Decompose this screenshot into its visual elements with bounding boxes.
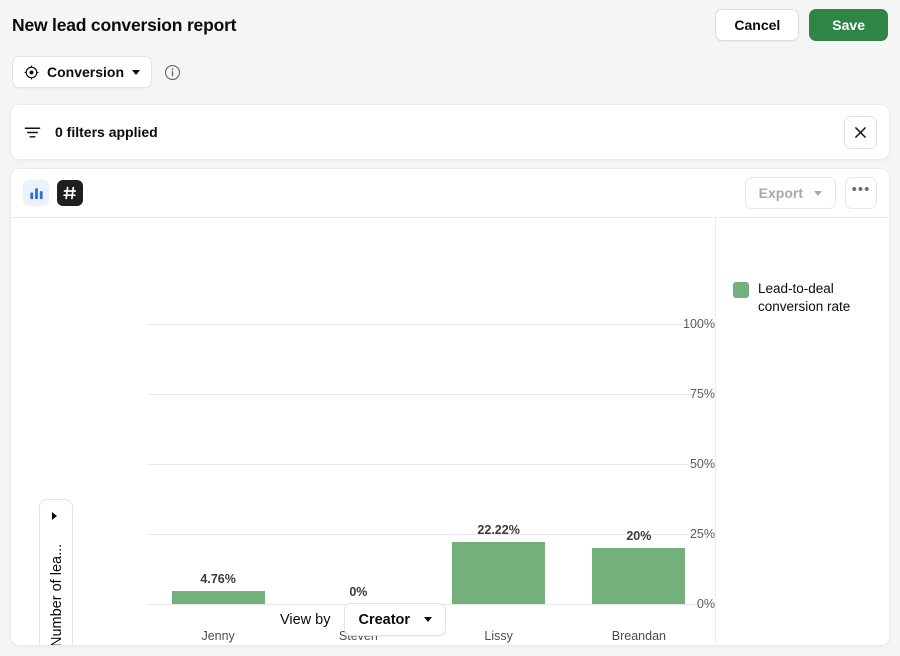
page-title: New lead conversion report [12,14,237,35]
hash-number-icon [62,185,78,201]
export-label: Export [758,185,803,201]
y-axis-tick-label: 75% [689,387,715,401]
chevron-down-icon [424,617,433,622]
bar[interactable] [171,590,265,604]
bar[interactable] [452,541,546,604]
report-card: Export ••• Lead-to-deal conversion rate … [10,168,890,646]
y-axis-tick-label: 50% [689,457,715,471]
bar-value-label: 4.76% [200,571,236,586]
report-toolbar: Export ••• [11,169,889,218]
bar-value-label: 20% [626,529,652,543]
info-circle-icon[interactable] [164,64,181,81]
bar-value-label: 22.22% [477,522,520,537]
number-view-toggle[interactable] [57,180,83,206]
legend-label: Lead-to-deal conversion rate [758,281,851,314]
filters-summary[interactable]: 0 filters applied [23,123,158,142]
legend-swatch [733,282,749,298]
chevron-down-icon [814,190,822,196]
more-options-button[interactable]: ••• [845,177,877,209]
metric-type-value: Conversion [47,64,125,80]
view-by-label: View by [279,611,331,628]
plot-area: 0% 25% 50% 75% 100% 4.76% 0% 22.22% 20% Jenny St… [11,218,715,645]
page-header: New lead conversion report Cancel Save [0,0,900,50]
target-icon [24,65,39,80]
view-by-dropdown[interactable]: Creator [344,603,447,636]
view-by-row: View by Creator [11,603,715,636]
y-axis-tick-label: 100% [683,317,715,331]
export-button[interactable]: Export [744,177,836,209]
filter-icon [23,123,42,142]
filters-applied-text: 0 filters applied [55,124,158,140]
ellipsis-icon: ••• [851,181,871,198]
chart-legend: Lead-to-deal conversion rate [733,280,883,316]
metric-selector-row: Conversion [12,56,181,88]
bar-chart-view-toggle[interactable] [23,180,49,206]
header-actions: Cancel Save [715,9,888,41]
y-axis-tick-label: 25% [689,527,715,541]
view-by-value: Creator [358,611,411,628]
close-icon [854,126,867,139]
chevron-down-icon [132,69,141,75]
view-toggle-group [23,180,83,206]
legend-divider [715,218,716,645]
filters-bar: 0 filters applied [10,104,890,160]
bar-value-label: 0% [349,585,368,599]
bar[interactable] [592,548,686,604]
save-button[interactable]: Save [809,9,888,41]
bar-chart-icon [28,185,45,202]
report-toolbar-actions: Export ••• [744,177,877,209]
chart-area: Lead-to-deal conversion rate Number of l… [11,218,889,645]
cancel-button[interactable]: Cancel [715,9,800,41]
metric-type-dropdown[interactable]: Conversion [12,56,153,88]
close-filters-button[interactable] [844,115,877,149]
